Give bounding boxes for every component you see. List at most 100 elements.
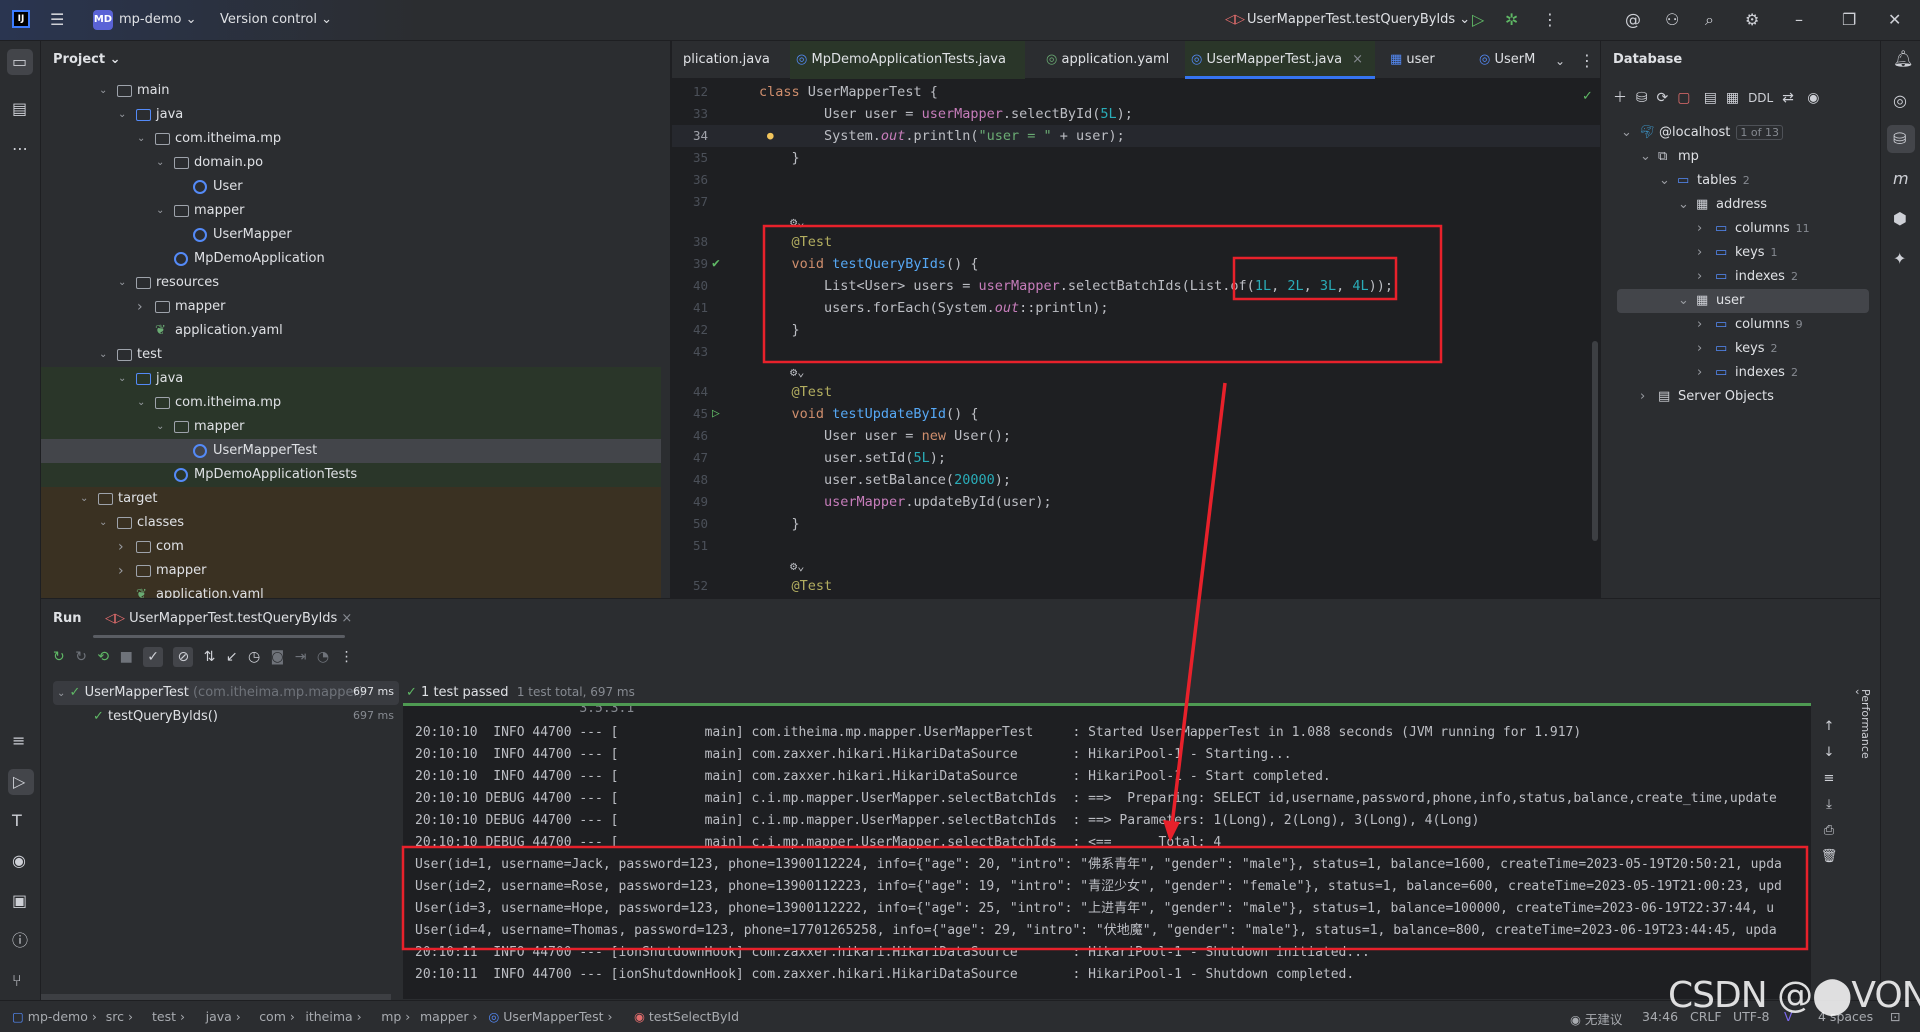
breadcrumb-item[interactable]: ◉ testSelectById <box>634 1009 739 1024</box>
profiler-icon[interactable]: ◔ <box>317 649 329 665</box>
code-hint-icon[interactable]: ⚙⌄ <box>790 213 804 231</box>
project-tree-item[interactable]: ⌄ test <box>41 343 661 367</box>
database-tree-item[interactable]: › ▤ Server Objects <box>1601 385 1871 409</box>
rerun-failed-icon[interactable]: ↻ <box>75 649 87 665</box>
connection-badge[interactable]: 1 of 13 <box>1736 125 1783 140</box>
breadcrumb-item[interactable]: mapper › <box>420 1009 478 1024</box>
chevron-down-icon[interactable]: ⌄ <box>1659 169 1670 193</box>
code-line[interactable]: 35 } <box>672 147 1600 169</box>
ddl-button[interactable]: DDL <box>1748 91 1773 105</box>
database-tree-item[interactable]: ⌄ ⧉ mp <box>1601 145 1871 169</box>
project-tree-item[interactable]: MpDemoApplicationTests <box>41 463 661 487</box>
query-console-icon[interactable]: ▤ <box>1704 90 1717 106</box>
notifications-icon[interactable]: 🔔︎ <box>1893 51 1913 67</box>
main-menu-icon[interactable]: ☰ <box>50 12 64 28</box>
chevron-right-icon[interactable]: › <box>1640 385 1645 409</box>
project-tree-item[interactable]: ⌄ main <box>41 79 661 103</box>
code-line[interactable]: 46 User user = new User(); <box>672 425 1600 447</box>
minimize-icon[interactable]: – <box>1795 12 1803 28</box>
code-line[interactable]: 37 <box>672 191 1600 213</box>
breadcrumb-item[interactable]: ◎ UserMapperTest › <box>488 1009 612 1024</box>
code-line[interactable]: 44 @Test <box>672 381 1600 403</box>
chevron-down-icon[interactable]: ⌄ <box>1640 145 1651 169</box>
database-tree-item[interactable]: › ▭ indexes 2 <box>1601 361 1871 385</box>
breadcrumb-item[interactable]: itheima › <box>305 1009 361 1024</box>
test-method-row[interactable]: ✓ testQueryBylds() <box>93 709 218 724</box>
code-line[interactable]: 39 ✔ void testQueryByIds() { <box>672 253 1600 275</box>
project-tree-item[interactable]: ⌄ resources <box>41 271 661 295</box>
terminal-icon[interactable]: ▣ <box>12 893 27 909</box>
run-test-passed-icon[interactable]: ✔ <box>712 253 720 275</box>
performance-side-tab[interactable]: Performance <box>1859 689 1872 759</box>
chevron-right-icon[interactable]: › <box>137 295 143 319</box>
code-vision-hint[interactable]: ⚙⌄ <box>672 213 1600 231</box>
scroll-to-end-icon[interactable]: ⤓ <box>1819 792 1839 818</box>
editor-scrollbar[interactable] <box>1592 341 1598 541</box>
project-tree-item[interactable]: UserMapper <box>41 223 661 247</box>
code-line[interactable]: 33 User user = userMapper.selectById(5L)… <box>672 103 1600 125</box>
chevron-down-icon[interactable]: ⌄ <box>137 391 145 415</box>
breadcrumb-item[interactable]: mp › <box>381 1009 410 1024</box>
project-tree-item[interactable]: ⌄ java <box>41 367 661 391</box>
code-line[interactable]: 42 } <box>672 319 1600 341</box>
toggle-auto-test-icon[interactable]: ⟲ <box>97 649 109 665</box>
run-tool-icon[interactable]: ▷ <box>8 769 34 795</box>
close-tab-icon[interactable]: × <box>341 611 352 626</box>
plugin-icon[interactable]: ⬢ <box>1893 211 1907 227</box>
jump-icon[interactable]: ⇄ <box>1782 90 1794 106</box>
project-tree-item[interactable]: MpDemoApplication <box>41 247 661 271</box>
chevron-down-icon[interactable]: ⌄ <box>80 487 88 511</box>
maven-icon[interactable]: m <box>1893 171 1909 187</box>
chevron-down-icon[interactable]: ⌄ <box>1678 289 1689 313</box>
database-tree-item[interactable]: › ▭ keys 2 <box>1601 337 1871 361</box>
run-icon[interactable]: ▷ <box>1472 12 1484 28</box>
code-line[interactable]: 51 <box>672 535 1600 557</box>
breadcrumb-item[interactable]: src › <box>106 1009 133 1024</box>
screenshot-icon[interactable]: ◙ <box>271 649 285 665</box>
ai-hint[interactable]: ◉ 无建议 <box>1570 1009 1622 1028</box>
chevron-down-icon[interactable]: ⌄ <box>99 511 107 535</box>
import-icon[interactable]: ⇥ <box>295 649 307 665</box>
scroll-up-icon[interactable]: ↑ <box>1819 714 1839 740</box>
breadcrumb-item[interactable]: com › <box>259 1009 295 1024</box>
chevron-down-icon[interactable]: ⌄ <box>1621 121 1632 145</box>
chevron-down-icon[interactable]: ⌄ <box>137 127 145 151</box>
chevron-right-icon[interactable]: › <box>1697 313 1702 337</box>
tabs-dropdown-icon[interactable]: ⌄ <box>1555 53 1565 69</box>
git-icon[interactable]: ⑂ <box>12 973 22 989</box>
project-tree-item[interactable]: › com <box>41 535 661 559</box>
database-tree-item[interactable]: ⌄ ▭ tables 2 <box>1601 169 1871 193</box>
code-hint-icon[interactable]: ⚙⌄ <box>790 557 804 575</box>
chevron-down-icon[interactable]: ⌄ <box>156 199 164 223</box>
table-icon[interactable]: ▦ <box>1726 90 1739 106</box>
code-line[interactable]: 12 class UserMapperTest { <box>672 81 1600 103</box>
chevron-right-icon[interactable]: › <box>118 535 124 559</box>
chevron-down-icon[interactable]: ⌄ <box>156 151 164 175</box>
sort-icon[interactable]: ⇅ <box>204 649 216 665</box>
chevron-down-icon[interactable]: ⌄ <box>118 367 126 391</box>
add-user-icon[interactable]: ⚇ <box>1665 12 1679 28</box>
code-line[interactable]: 43 <box>672 341 1600 363</box>
code-line[interactable]: 48 user.setBalance(20000); <box>672 469 1600 491</box>
chevron-down-icon[interactable]: ⌄ <box>1678 193 1689 217</box>
ai-assistant-icon[interactable]: @ <box>1625 12 1641 28</box>
run-test-icon[interactable]: ▷ <box>712 403 720 425</box>
chevron-right-icon[interactable]: › <box>118 559 124 583</box>
run-tab[interactable]: ◁▷ UserMapperTest.testQueryBylds × <box>105 611 352 626</box>
project-tree-item[interactable]: ⌄ target <box>41 487 661 511</box>
rerun-icon[interactable]: ↻ <box>53 649 65 665</box>
code-vision-hint[interactable]: ⚙⌄ <box>672 363 1600 381</box>
code-line[interactable]: 38 @Test <box>672 231 1600 253</box>
chevron-right-icon[interactable]: › <box>1697 217 1702 241</box>
chevron-right-icon[interactable]: › <box>1697 337 1702 361</box>
test-class-row[interactable]: ⌄ ✓ UserMapperTest (com.itheima.mp.mappe… <box>57 685 364 700</box>
show-ignored-icon[interactable]: ⊘ <box>173 647 194 667</box>
problems-icon[interactable]: ⓘ <box>12 933 28 949</box>
tabs-more-icon[interactable]: ⋮ <box>1579 53 1595 69</box>
clear-icon[interactable]: 🗑︎ <box>1819 844 1839 870</box>
side-collapse-icon[interactable]: ‹ <box>1855 685 1859 698</box>
collapse-icon[interactable]: ↙ <box>226 649 238 665</box>
services-icon[interactable]: ≡ <box>12 733 25 749</box>
code-hint-icon[interactable]: ⚙⌄ <box>790 363 804 381</box>
vcs-selector[interactable]: Version control ⌄ <box>220 12 332 27</box>
